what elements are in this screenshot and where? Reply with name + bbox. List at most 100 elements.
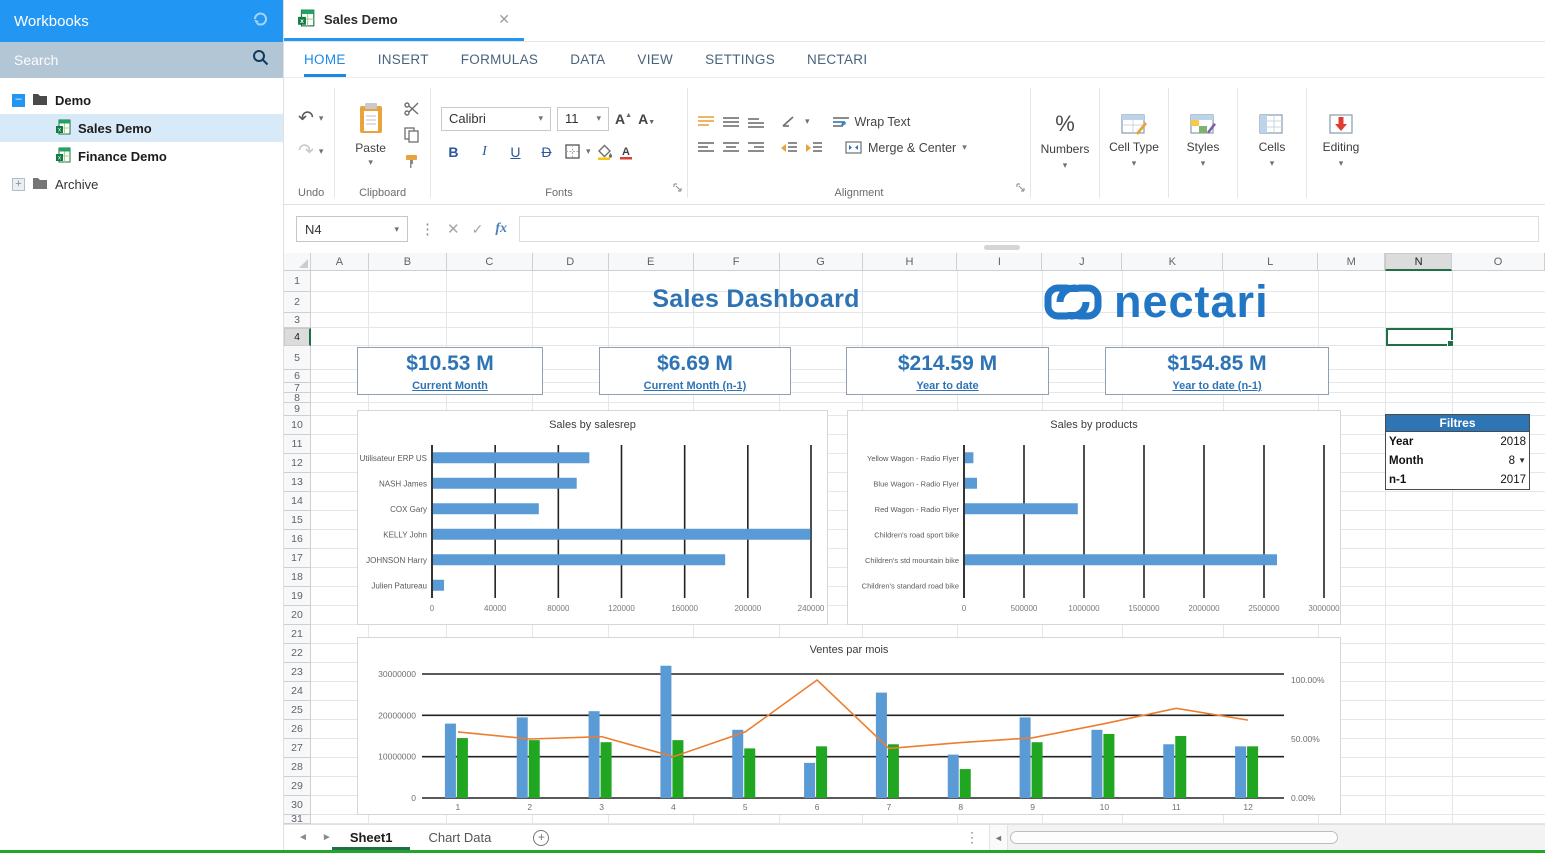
column-header-J[interactable]: J [1042,253,1122,271]
kpi-card-year-to-date[interactable]: $214.59 M Year to date [846,347,1049,395]
column-header-B[interactable]: B [369,253,447,271]
column-header-N[interactable]: N [1385,253,1452,271]
tree-folder-demo[interactable]: – Demo [0,86,283,114]
column-header-G[interactable]: G [780,253,863,271]
decrease-indent-button[interactable] [781,142,797,154]
row-header-29[interactable]: 29 [284,777,311,796]
filter-value[interactable]: 2018 [1500,436,1526,448]
cancel-entry-icon[interactable]: ✕ [447,220,460,238]
row-header-20[interactable]: 20 [284,606,311,625]
row-header-14[interactable]: 14 [284,492,311,511]
align-middle-button[interactable] [723,116,739,128]
row-header-11[interactable]: 11 [284,435,311,454]
tree-item-finance-demo[interactable]: x Finance Demo [0,142,283,170]
dialog-launcher-icon[interactable] [673,179,682,197]
row-header-8[interactable]: 8 [284,393,311,403]
merge-center-button[interactable]: Merge & Center ▾ [845,141,967,155]
row-header-4[interactable]: 4 [284,328,311,346]
chart-sales-by-products[interactable]: Sales by products05000001000000150000020… [847,410,1341,625]
dialog-launcher-icon[interactable] [1016,179,1025,197]
cells-button[interactable]: Cells ▾ [1240,82,1304,204]
row-header-1[interactable]: 1 [284,271,311,292]
decrease-font-button[interactable]: A▼ [638,111,655,127]
redo-button[interactable]: ↷▾ [298,140,323,163]
close-icon[interactable]: ✕ [498,11,510,28]
filter-value[interactable]: 2017 [1500,474,1526,486]
underline-button[interactable]: U [503,141,528,163]
column-header-O[interactable]: O [1452,253,1545,271]
undo-button[interactable]: ↶▾ [298,107,323,130]
column-header-E[interactable]: E [609,253,694,271]
ribbon-tab-home[interactable]: HOME [304,42,346,77]
ribbon-tab-nectari[interactable]: NECTARI [807,42,867,77]
expand-icon[interactable]: + [12,178,25,191]
column-header-C[interactable]: C [447,253,533,271]
row-header-23[interactable]: 23 [284,663,311,682]
row-header-5[interactable]: 5 [284,346,311,370]
editing-button[interactable]: Editing ▾ [1309,82,1373,204]
cell-type-button[interactable]: Cell Type ▾ [1102,82,1166,204]
sheet-nav-prev-icon[interactable]: ◄ [298,832,308,843]
format-painter-button[interactable] [404,154,420,169]
filter-value[interactable]: 8 [1509,455,1515,467]
align-bottom-button[interactable] [748,116,764,128]
cut-button[interactable] [404,101,420,116]
fill-color-button[interactable] [597,144,613,160]
search-input[interactable] [14,52,252,68]
font-color-button[interactable]: A [619,144,633,160]
column-header-D[interactable]: D [533,253,609,271]
align-top-button[interactable] [698,116,714,128]
kpi-card-current-month-n1[interactable]: $6.69 M Current Month (n-1) [599,347,791,395]
copy-button[interactable] [404,127,420,143]
row-header-2[interactable]: 2 [284,292,311,313]
more-options-icon[interactable]: ⋮ [420,220,435,238]
confirm-entry-icon[interactable]: ✓ [472,221,484,238]
increase-font-button[interactable]: A▲ [615,111,632,127]
sheet-cells[interactable]: Sales Dashboard nectari $10.53 M Current [311,271,1545,824]
row-header-19[interactable]: 19 [284,587,311,606]
ribbon-tab-insert[interactable]: INSERT [378,42,429,77]
row-header-10[interactable]: 10 [284,416,311,435]
align-center-button[interactable] [723,142,739,154]
font-size-select[interactable]: 11 ▾ [557,107,609,131]
column-header-A[interactable]: A [311,253,369,271]
sheet-tab-sheet1[interactable]: Sheet1 [332,825,411,850]
bold-button[interactable]: B [441,141,466,163]
row-header-22[interactable]: 22 [284,644,311,663]
column-header-K[interactable]: K [1122,253,1223,271]
row-header-26[interactable]: 26 [284,720,311,739]
formula-input[interactable] [519,216,1539,242]
split-handle[interactable] [984,245,1020,250]
row-header-18[interactable]: 18 [284,568,311,587]
sheet-nav-next-icon[interactable]: ► [322,832,332,843]
text-orientation-button[interactable] [781,115,796,128]
collapse-icon[interactable]: – [12,94,25,107]
tree-folder-archive[interactable]: + Archive [0,170,283,198]
numbers-button[interactable]: % Numbers ▾ [1033,82,1097,204]
kpi-card-year-to-date-n1[interactable]: $154.85 M Year to date (n-1) [1105,347,1329,395]
scroll-left-icon[interactable]: ◄ [990,825,1008,850]
row-header-31[interactable]: 31 [284,815,311,824]
ribbon-tab-view[interactable]: VIEW [637,42,673,77]
align-right-button[interactable] [748,142,764,154]
row-header-12[interactable]: 12 [284,454,311,473]
chart-ventes-par-mois[interactable]: Ventes par mois0100000002000000030000000… [357,637,1341,815]
row-header-13[interactable]: 13 [284,473,311,492]
select-all-corner[interactable] [284,253,311,271]
row-header-15[interactable]: 15 [284,511,311,530]
ribbon-tab-data[interactable]: DATA [570,42,605,77]
filter-dropdown-icon[interactable]: ▼ [1518,456,1526,465]
add-sheet-button[interactable]: + [533,830,549,846]
sheet-options-icon[interactable]: ⋮ [965,829,979,846]
ribbon-tab-settings[interactable]: SETTINGS [705,42,775,77]
increase-indent-button[interactable] [806,142,822,154]
row-header-3[interactable]: 3 [284,313,311,328]
selected-cell[interactable] [1386,328,1453,346]
refresh-icon[interactable] [251,10,269,32]
row-header-9[interactable]: 9 [284,403,311,416]
column-header-I[interactable]: I [957,253,1042,271]
paste-button[interactable]: Paste ▾ [345,99,396,171]
borders-button[interactable] [565,144,580,159]
strikethrough-button[interactable]: D [534,141,559,163]
column-header-M[interactable]: M [1318,253,1385,271]
